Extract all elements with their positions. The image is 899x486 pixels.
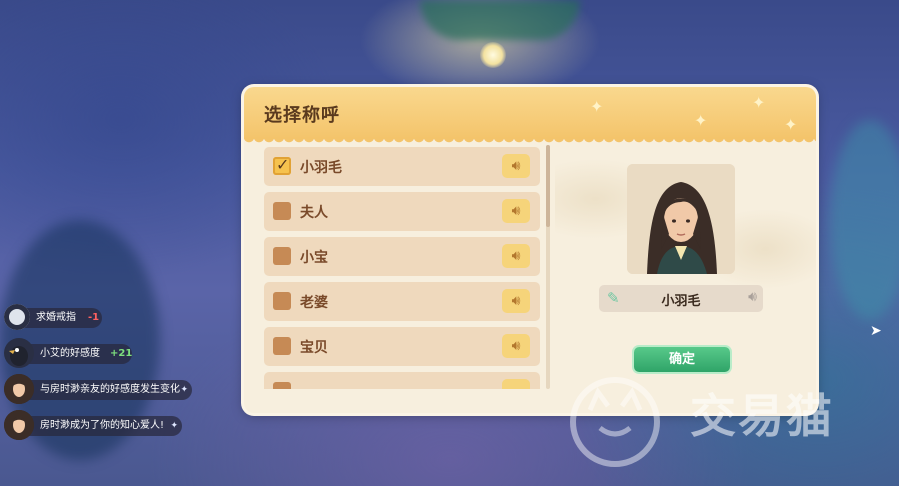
sparkle-icon: ✦	[784, 115, 798, 134]
notification-text: 房时渺成为了你的知心爱人!	[40, 420, 165, 431]
check-icon: ✓	[276, 155, 290, 174]
speaker-icon: 🔊︎	[511, 203, 521, 219]
notification-item: 与房时渺亲友的好感度发生变化 ✦	[4, 374, 192, 404]
background-tree	[420, 0, 580, 40]
sparkle-icon: ✦	[590, 97, 604, 116]
option-label: 夫人	[300, 205, 328, 221]
select-title-dialog: 选择称呼 ✦ ✦ ✦ ✦ ✓ 小羽毛 🔊︎ 夫人 🔊︎ 小宝 🔊︎ 老婆 🔊︎	[244, 87, 816, 413]
title-option[interactable]: 老婆 🔊︎	[264, 282, 540, 321]
ring-icon	[4, 304, 30, 330]
character-avatar	[4, 410, 34, 440]
option-label: 宝贝	[300, 340, 328, 356]
option-label: 小宝	[300, 250, 328, 266]
play-voice-button[interactable]: 🔊︎	[502, 289, 530, 313]
cursor-icon: ➤	[870, 323, 882, 339]
checkbox[interactable]: ✓	[273, 155, 291, 175]
sparkle-icon: ✦	[170, 421, 178, 431]
title-option-partial[interactable]	[264, 372, 540, 389]
watermark: 交易猫	[560, 370, 880, 480]
title-option[interactable]: 小宝 🔊︎	[264, 237, 540, 276]
notification-badge: +21	[110, 348, 133, 359]
notification-item: 小艾的好感度 +21	[4, 338, 133, 368]
speaker-icon: 🔊︎	[511, 293, 521, 309]
confirm-button[interactable]: 确定	[634, 347, 730, 372]
title-option[interactable]: 宝贝 🔊︎	[264, 327, 540, 366]
option-label: 老婆	[300, 295, 328, 311]
dialog-header: 选择称呼 ✦ ✦ ✦ ✦	[244, 87, 816, 145]
cat-logo-icon	[570, 377, 660, 467]
checkbox[interactable]	[273, 337, 291, 355]
notification-item: 房时渺成为了你的知心爱人! ✦	[4, 410, 182, 440]
list-scrollbar[interactable]	[546, 145, 550, 389]
sparkle-icon: ✦	[752, 93, 766, 112]
notification-text: 小艾的好感度	[40, 348, 100, 359]
checkbox[interactable]	[273, 382, 291, 389]
background-lamp	[480, 42, 506, 68]
scroll-thumb[interactable]	[546, 145, 550, 227]
option-label: 小羽毛	[300, 160, 342, 176]
play-voice-button[interactable]: 🔊︎	[502, 154, 530, 178]
speaker-icon: 🔊︎	[511, 248, 521, 264]
speaker-icon: 🔊︎	[511, 338, 521, 354]
character-avatar	[4, 374, 34, 404]
play-voice-button[interactable]	[502, 379, 530, 389]
watermark-text: 交易猫	[690, 389, 834, 443]
crow-avatar	[4, 338, 34, 368]
checkbox[interactable]	[273, 292, 291, 310]
checkbox[interactable]	[273, 247, 291, 265]
title-option[interactable]: 夫人 🔊︎	[264, 192, 540, 231]
background-foliage	[830, 120, 899, 320]
play-voice-button[interactable]: 🔊︎	[502, 244, 530, 268]
play-voice-button[interactable]: 🔊︎	[502, 199, 530, 223]
title-option[interactable]: ✓ 小羽毛 🔊︎	[264, 147, 540, 186]
sparkle-icon: ✦	[694, 111, 708, 130]
checkbox[interactable]	[273, 202, 291, 220]
sparkle-icon: ✦	[180, 385, 188, 395]
speaker-icon: 🔊︎	[511, 158, 521, 174]
notification-text: 求婚戒指	[36, 312, 76, 323]
notification-badge: -1	[88, 312, 100, 323]
notification-text: 与房时渺亲友的好感度发生变化	[40, 384, 180, 395]
title-option-list[interactable]: ✓ 小羽毛 🔊︎ 夫人 🔊︎ 小宝 🔊︎ 老婆 🔊︎ 宝贝 🔊︎	[264, 145, 542, 389]
dialog-title: 选择称呼	[264, 105, 340, 126]
play-voice-button[interactable]: 🔊︎	[502, 334, 530, 358]
notification-item: 求婚戒指 -1	[4, 304, 102, 330]
